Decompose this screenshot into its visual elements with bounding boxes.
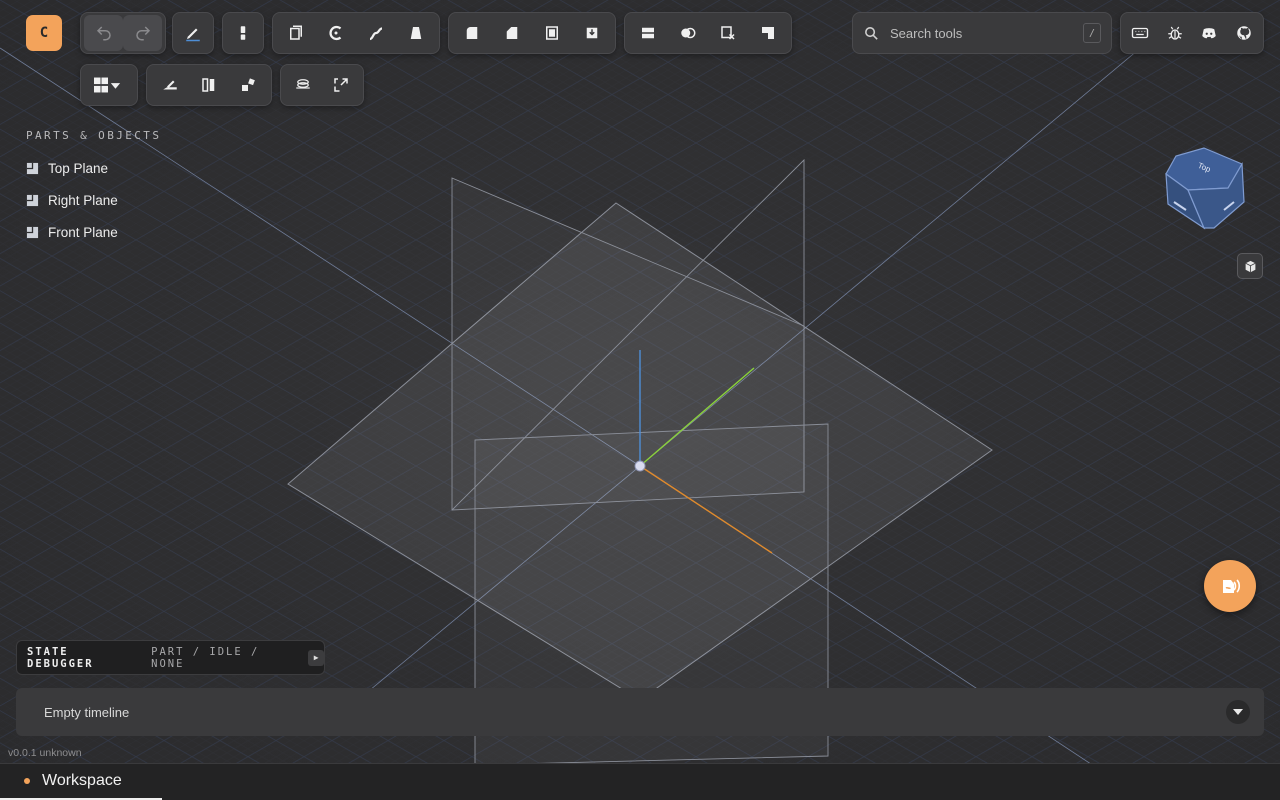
layout-menu-icon — [94, 77, 121, 93]
fillet-icon — [466, 27, 478, 39]
keyboard-shortcuts-button[interactable] — [1123, 15, 1158, 51]
undo-icon — [96, 26, 111, 41]
loft-button[interactable] — [396, 15, 436, 51]
plane-icon — [26, 194, 39, 206]
toolbar-history-group — [80, 12, 166, 54]
helix-icon — [296, 79, 310, 89]
keyboard-icon — [1132, 27, 1149, 39]
chevron-down-icon — [1233, 709, 1243, 715]
toolbar-right-group — [1120, 12, 1264, 54]
timeline-toggle-button[interactable] — [1226, 700, 1250, 724]
extrude-button[interactable] — [276, 15, 316, 51]
extrude-icon — [290, 25, 302, 40]
offset-plane-icon — [642, 27, 654, 39]
report-bug-button[interactable] — [1158, 15, 1193, 51]
boolean-button[interactable] — [668, 15, 708, 51]
cube-icon — [1244, 260, 1256, 272]
pattern-icon — [202, 78, 215, 92]
toolbar-modify-group — [448, 12, 616, 54]
boolean-icon — [681, 27, 696, 39]
search-shortcut-badge: / — [1083, 23, 1101, 43]
discord-button[interactable] — [1192, 15, 1227, 51]
state-debugger: STATE DEBUGGER PART / IDLE / NONE ▶ — [16, 640, 325, 675]
github-icon — [1237, 26, 1251, 40]
delete-face-button[interactable] — [708, 15, 748, 51]
fillet-button[interactable] — [452, 15, 492, 51]
part-item-top-plane[interactable]: Top Plane — [26, 157, 108, 179]
app-logo[interactable]: C — [26, 15, 62, 51]
ai-assistant-button[interactable] — [1204, 560, 1256, 612]
expand-icon — [334, 78, 348, 92]
3d-viewport[interactable] — [0, 0, 1280, 800]
sketch-on-face-button[interactable] — [150, 67, 189, 103]
toolbar-pattern-group — [146, 64, 272, 106]
state-debugger-expand-button[interactable]: ▶ — [308, 649, 325, 666]
timeline-panel: Empty timeline — [16, 688, 1264, 736]
tab-bar: Workspace — [0, 763, 1280, 800]
plane-icon — [26, 226, 39, 238]
tab-label: Workspace — [42, 772, 122, 789]
tab-active-dot — [24, 778, 30, 784]
shell-icon — [546, 26, 558, 40]
part-item-front-plane[interactable]: Front Plane — [26, 221, 118, 243]
timeline-empty-text: Empty timeline — [44, 704, 130, 720]
undo-button[interactable] — [84, 15, 123, 51]
sketch-button[interactable] — [176, 15, 210, 51]
sweep-icon — [369, 27, 383, 41]
redo-icon — [135, 26, 150, 41]
shell-button[interactable] — [532, 15, 572, 51]
github-button[interactable] — [1227, 15, 1262, 51]
mirror-button[interactable] — [229, 67, 268, 103]
split-icon — [762, 27, 774, 39]
chamfer-button[interactable] — [492, 15, 532, 51]
mirror-icon — [242, 78, 256, 91]
helix-button[interactable] — [284, 67, 322, 103]
layout-menu-button[interactable] — [84, 67, 132, 103]
view-options-button[interactable] — [1237, 253, 1263, 279]
part-item-label: Front Plane — [48, 224, 118, 240]
part-item-label: Right Plane — [48, 192, 118, 208]
toolbar-create-group — [272, 12, 440, 54]
toolbar-gizmo-group — [222, 12, 264, 54]
version-label: v0.0.1 unknown — [8, 747, 82, 759]
part-item-label: Top Plane — [48, 160, 109, 176]
offset-plane-button[interactable] — [628, 15, 668, 51]
revolve-icon — [329, 25, 342, 41]
parts-objects-heading: PARTS & OBJECTS — [26, 129, 162, 142]
revolve-button[interactable] — [316, 15, 356, 51]
transform-button[interactable] — [226, 15, 260, 51]
sweep-button[interactable] — [356, 15, 396, 51]
search-box[interactable]: / — [852, 12, 1112, 54]
split-button[interactable] — [748, 15, 788, 51]
chamfer-icon — [506, 27, 518, 39]
toolbar-boolean-group — [624, 12, 792, 54]
state-debugger-state: PART / IDLE / NONE — [151, 645, 260, 670]
redo-button[interactable] — [123, 15, 162, 51]
pencil-sketch-icon — [186, 28, 200, 42]
plane-icon — [26, 162, 39, 174]
hole-icon — [586, 27, 598, 39]
toolbar-misc-group — [280, 64, 364, 106]
search-input[interactable] — [888, 24, 1083, 42]
sketch-function-icon — [1223, 579, 1241, 593]
tab-workspace[interactable]: Workspace — [0, 764, 162, 800]
toolbar-layout-group — [80, 64, 138, 106]
pattern-button[interactable] — [189, 67, 228, 103]
search-icon — [865, 26, 878, 40]
state-debugger-title: STATE DEBUGGER — [27, 645, 94, 670]
transform-gizmo-icon — [240, 26, 246, 40]
toolbar-sketch-group — [172, 12, 214, 54]
origin-point[interactable] — [634, 460, 646, 472]
hole-button[interactable] — [572, 15, 612, 51]
navigation-cube[interactable]: Top — [1158, 144, 1250, 236]
loft-icon — [410, 27, 422, 39]
part-item-right-plane[interactable]: Right Plane — [26, 189, 118, 211]
sketch-on-face-icon — [162, 80, 177, 90]
bug-icon — [1168, 26, 1182, 40]
delete-face-icon — [721, 26, 735, 40]
discord-icon — [1202, 28, 1216, 39]
expand-button[interactable] — [322, 67, 360, 103]
